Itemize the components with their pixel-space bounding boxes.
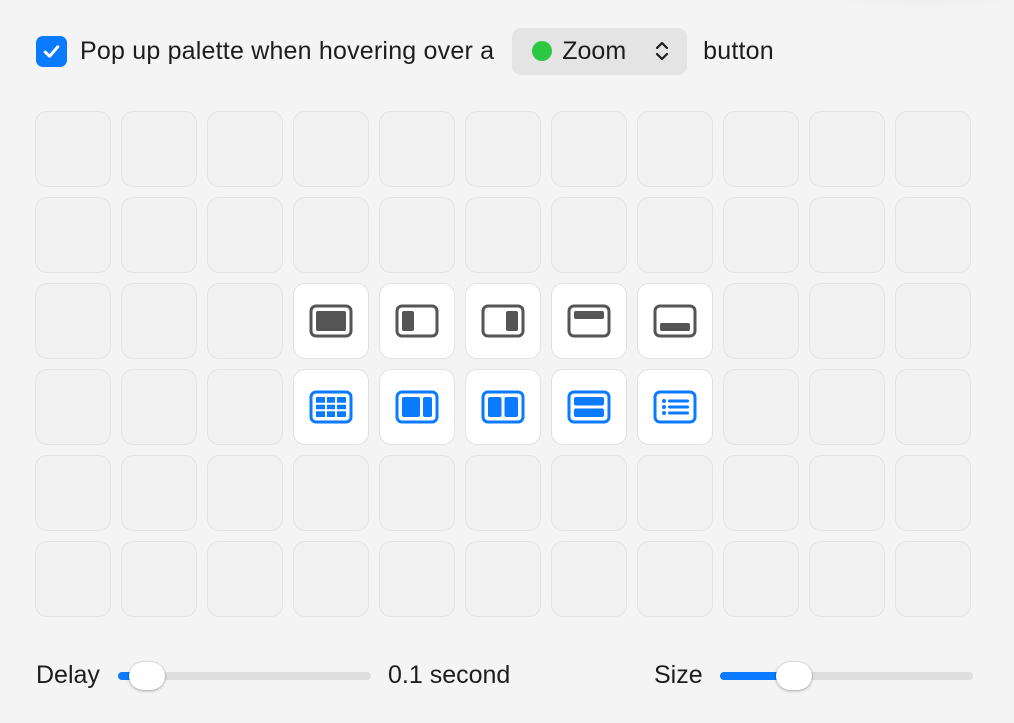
- palette-empty-slot[interactable]: [809, 455, 885, 531]
- palette-empty-slot[interactable]: [723, 455, 799, 531]
- palette-empty-slot[interactable]: [551, 455, 627, 531]
- palette-empty-slot[interactable]: [809, 111, 885, 187]
- palette-empty-slot[interactable]: [809, 197, 885, 273]
- palette-empty-slot[interactable]: [465, 111, 541, 187]
- palette-cell-top-half[interactable]: [551, 283, 627, 359]
- palette-empty-slot[interactable]: [551, 541, 627, 617]
- palette-empty-slot[interactable]: [379, 541, 455, 617]
- palette-cell-left-half[interactable]: [379, 283, 455, 359]
- palette-empty-slot[interactable]: [121, 455, 197, 531]
- palette-empty-slot[interactable]: [35, 455, 111, 531]
- palette-empty-slot[interactable]: [379, 197, 455, 273]
- palette-empty-slot[interactable]: [121, 541, 197, 617]
- palette-empty-slot[interactable]: [121, 197, 197, 273]
- popup-palette-checkbox[interactable]: [36, 35, 67, 67]
- palette-empty-slot[interactable]: [207, 369, 283, 445]
- palette-empty-slot[interactable]: [895, 283, 971, 359]
- palette-empty-slot[interactable]: [637, 455, 713, 531]
- palette-empty-slot[interactable]: [551, 197, 627, 273]
- palette-empty-slot[interactable]: [637, 111, 713, 187]
- split-left-wide-icon: [395, 390, 439, 424]
- palette-empty-slot[interactable]: [293, 541, 369, 617]
- delay-value: 0.1 second: [388, 661, 511, 689]
- size-slider-thumb[interactable]: [776, 662, 813, 690]
- palette-empty-slot[interactable]: [723, 369, 799, 445]
- button-suffix-label: button: [703, 36, 774, 65]
- palette-settings-panel: Pop up palette when hovering over a Zoom…: [0, 0, 1014, 723]
- palette-empty-slot[interactable]: [35, 111, 111, 187]
- popup-palette-row: Pop up palette when hovering over a Zoom…: [36, 26, 774, 76]
- bottom-half-icon: [653, 304, 697, 338]
- palette-empty-slot[interactable]: [895, 455, 971, 531]
- palette-empty-slot[interactable]: [723, 283, 799, 359]
- palette-cell-right-half[interactable]: [465, 283, 541, 359]
- zoom-dot-icon: [532, 41, 553, 61]
- palette-empty-slot[interactable]: [465, 541, 541, 617]
- palette-empty-slot[interactable]: [35, 197, 111, 273]
- palette-empty-slot[interactable]: [207, 197, 283, 273]
- palette-empty-slot[interactable]: [895, 197, 971, 273]
- delay-label: Delay: [36, 661, 100, 689]
- palette-empty-slot[interactable]: [35, 541, 111, 617]
- palette-footer: Delay 0.1 second Size: [36, 655, 976, 699]
- palette-empty-slot[interactable]: [895, 369, 971, 445]
- palette-empty-slot[interactable]: [207, 455, 283, 531]
- palette-empty-slot[interactable]: [723, 111, 799, 187]
- palette-empty-slot[interactable]: [207, 111, 283, 187]
- palette-empty-slot[interactable]: [895, 541, 971, 617]
- popup-palette-label: Pop up palette when hovering over a: [80, 36, 495, 65]
- checkmark-icon: [43, 44, 60, 58]
- size-label: Size: [654, 661, 703, 689]
- chevron-updown-icon: [656, 41, 669, 61]
- palette-empty-slot[interactable]: [293, 455, 369, 531]
- list-layout-icon: [653, 390, 697, 424]
- grid-layout-icon: [309, 390, 353, 424]
- palette-empty-slot[interactable]: [723, 541, 799, 617]
- palette-empty-slot[interactable]: [207, 283, 283, 359]
- palette-empty-slot[interactable]: [551, 111, 627, 187]
- palette-empty-slot[interactable]: [809, 369, 885, 445]
- window-button-popup[interactable]: Zoom: [512, 27, 688, 75]
- split-rows-icon: [567, 390, 611, 424]
- left-half-icon: [395, 304, 439, 338]
- palette-empty-slot[interactable]: [637, 541, 713, 617]
- fill-screen-icon: [309, 304, 353, 338]
- right-half-icon: [481, 304, 525, 338]
- palette-empty-slot[interactable]: [121, 111, 197, 187]
- palette-empty-slot[interactable]: [35, 369, 111, 445]
- palette-empty-slot[interactable]: [293, 197, 369, 273]
- palette-empty-slot[interactable]: [465, 455, 541, 531]
- delay-slider[interactable]: [118, 659, 371, 693]
- palette-cell-split-left-wide[interactable]: [379, 369, 455, 445]
- palette-empty-slot[interactable]: [809, 541, 885, 617]
- palette-grid: [35, 111, 971, 617]
- palette-empty-slot[interactable]: [293, 111, 369, 187]
- delay-slider-thumb[interactable]: [128, 662, 165, 690]
- palette-empty-slot[interactable]: [809, 283, 885, 359]
- palette-empty-slot[interactable]: [35, 283, 111, 359]
- size-slider[interactable]: [720, 659, 973, 693]
- palette-empty-slot[interactable]: [121, 283, 197, 359]
- palette-empty-slot[interactable]: [723, 197, 799, 273]
- palette-empty-slot[interactable]: [121, 369, 197, 445]
- palette-cell-split-columns[interactable]: [465, 369, 541, 445]
- split-columns-icon: [481, 390, 525, 424]
- palette-empty-slot[interactable]: [379, 455, 455, 531]
- palette-cell-split-rows[interactable]: [551, 369, 627, 445]
- window-button-popup-value: Zoom: [562, 36, 627, 65]
- top-half-icon: [567, 304, 611, 338]
- palette-cell-list-layout[interactable]: [637, 369, 713, 445]
- palette-empty-slot[interactable]: [379, 111, 455, 187]
- palette-empty-slot[interactable]: [637, 197, 713, 273]
- palette-empty-slot[interactable]: [895, 111, 971, 187]
- palette-cell-bottom-half[interactable]: [637, 283, 713, 359]
- window-shadow: [814, 0, 1014, 10]
- palette-cell-grid-layout[interactable]: [293, 369, 369, 445]
- palette-empty-slot[interactable]: [207, 541, 283, 617]
- palette-empty-slot[interactable]: [465, 197, 541, 273]
- palette-cell-fill-screen[interactable]: [293, 283, 369, 359]
